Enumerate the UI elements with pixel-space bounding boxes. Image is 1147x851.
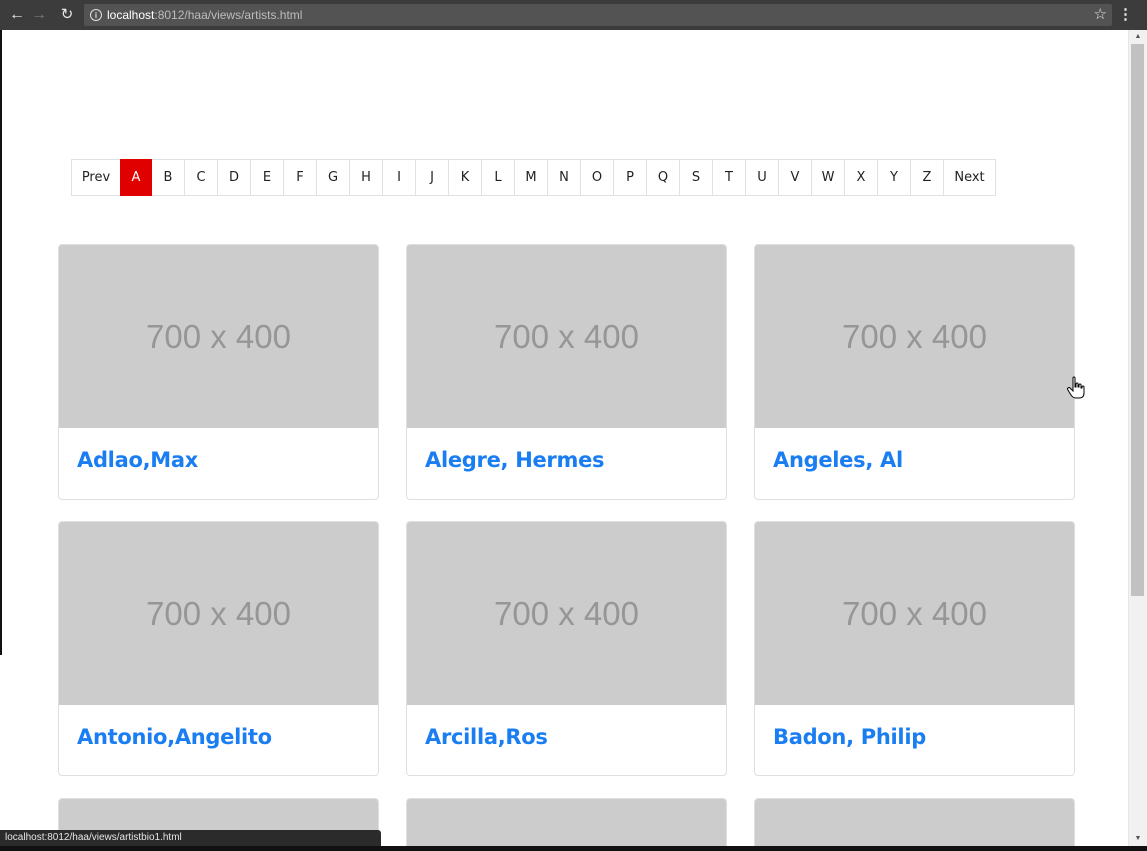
page-letter-g[interactable]: G (316, 159, 350, 196)
page-letter-o[interactable]: O (580, 159, 614, 196)
page-letter-q[interactable]: Q (646, 159, 680, 196)
status-bar: localhost:8012/haa/views/artistbio1.html (0, 830, 381, 846)
card-body: Antonio,Angelito (59, 705, 378, 769)
artist-name-link[interactable]: Angeles, Al (773, 448, 903, 472)
alphabet-pagination: Prev A B C D E F G H I J K L M N O P Q S T U V W X Y Z Next (71, 159, 996, 196)
artist-name-link[interactable]: Adlao,Max (77, 448, 198, 472)
hand-cursor-icon (1067, 376, 1085, 399)
kebab-menu-icon[interactable]: ⋮ (1118, 0, 1133, 30)
page-letter-y[interactable]: Y (877, 159, 911, 196)
browser-toolbar: ← → ↻ i localhost:8012/haa/views/artists… (0, 0, 1147, 30)
scroll-down-icon[interactable]: ▼ (1129, 832, 1147, 846)
page-scrollbar[interactable]: ▲ ▼ (1128, 30, 1147, 846)
page-letter-v[interactable]: V (778, 159, 812, 196)
scroll-up-icon[interactable]: ▲ (1129, 30, 1147, 44)
artist-card-partial[interactable] (406, 798, 727, 851)
scroll-thumb[interactable] (1131, 44, 1144, 596)
page-letter-n[interactable]: N (547, 159, 581, 196)
page-letter-a[interactable]: A (120, 159, 152, 196)
artist-card[interactable]: 700 x 400 Alegre, Hermes (406, 244, 727, 500)
page-letter-s[interactable]: S (679, 159, 713, 196)
artist-image-placeholder[interactable]: 700 x 400 (407, 522, 726, 705)
page-letter-z[interactable]: Z (910, 159, 944, 196)
artist-image-placeholder[interactable]: 700 x 400 (407, 245, 726, 428)
page-letter-w[interactable]: W (811, 159, 845, 196)
page-letter-i[interactable]: I (382, 159, 416, 196)
star-icon[interactable]: ☆ (1094, 0, 1107, 30)
artist-image-placeholder[interactable]: 700 x 400 (755, 245, 1074, 428)
card-body: Angeles, Al (755, 428, 1074, 492)
artist-card[interactable]: 700 x 400 Angeles, Al (754, 244, 1075, 500)
page-letter-p[interactable]: P (613, 159, 647, 196)
page-letter-c[interactable]: C (184, 159, 218, 196)
url-host: localhost (107, 8, 155, 22)
card-body: Alegre, Hermes (407, 428, 726, 492)
window-edge-bottom (0, 846, 1147, 851)
artist-name-link[interactable]: Antonio,Angelito (77, 725, 272, 749)
page-letter-m[interactable]: M (514, 159, 548, 196)
page-letter-d[interactable]: D (217, 159, 251, 196)
artist-name-link[interactable]: Arcilla,Ros (425, 725, 548, 749)
artist-card[interactable]: 700 x 400 Arcilla,Ros (406, 521, 727, 776)
page-letter-t[interactable]: T (712, 159, 746, 196)
artist-image-placeholder[interactable]: 700 x 400 (755, 522, 1074, 705)
artist-card-partial[interactable] (754, 798, 1075, 851)
artist-card[interactable]: 700 x 400 Antonio,Angelito (58, 521, 379, 776)
back-icon[interactable]: ← (6, 0, 28, 30)
artist-image-placeholder[interactable] (407, 799, 726, 851)
artist-image-placeholder[interactable] (755, 799, 1074, 851)
artist-name-link[interactable]: Alegre, Hermes (425, 448, 605, 472)
page-letter-e[interactable]: E (250, 159, 284, 196)
next-button[interactable]: Next (943, 159, 996, 196)
forward-icon[interactable]: → (28, 0, 50, 30)
page-letter-b[interactable]: B (151, 159, 185, 196)
page-letter-u[interactable]: U (745, 159, 779, 196)
artist-name-link[interactable]: Badon, Philip (773, 725, 926, 749)
info-icon[interactable]: i (90, 9, 102, 21)
artist-image-placeholder[interactable]: 700 x 400 (59, 245, 378, 428)
window-edge (0, 30, 2, 655)
page-letter-j[interactable]: J (415, 159, 449, 196)
prev-button[interactable]: Prev (71, 159, 121, 196)
page-letter-h[interactable]: H (349, 159, 383, 196)
card-body: Arcilla,Ros (407, 705, 726, 769)
page-letter-k[interactable]: K (448, 159, 482, 196)
page-letter-f[interactable]: F (283, 159, 317, 196)
page-letter-x[interactable]: X (844, 159, 878, 196)
artist-card[interactable]: 700 x 400 Badon, Philip (754, 521, 1075, 776)
reload-icon[interactable]: ↻ (56, 0, 78, 30)
page-letter-l[interactable]: L (481, 159, 515, 196)
card-body: Adlao,Max (59, 428, 378, 492)
artist-image-placeholder[interactable]: 700 x 400 (59, 522, 378, 705)
card-body: Badon, Philip (755, 705, 1074, 769)
url-path: :8012/haa/views/artists.html (154, 8, 303, 22)
address-bar[interactable]: i localhost:8012/haa/views/artists.html (84, 4, 1112, 26)
artist-card[interactable]: 700 x 400 Adlao,Max (58, 244, 379, 500)
